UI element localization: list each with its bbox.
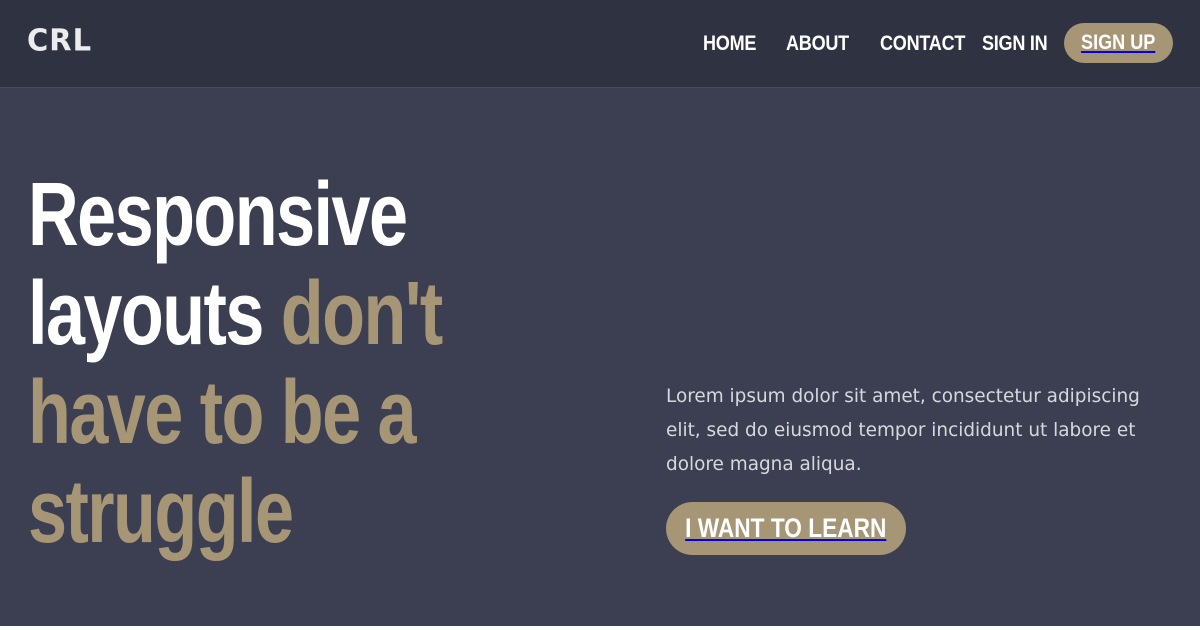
headline-white-2: layouts <box>28 264 264 364</box>
hero-headline: Responsive layouts don't have to be a st… <box>28 166 465 562</box>
headline-white-1: Responsive <box>28 165 408 265</box>
learn-button[interactable]: I WANT TO LEARN <box>666 502 906 555</box>
learn-button-label: I WANT TO LEARN <box>685 513 887 543</box>
sign-up-label: SIGN UP <box>1081 31 1156 54</box>
logo[interactable]: CRL <box>27 22 92 58</box>
sign-in-link[interactable]: SIGN IN <box>982 31 1048 57</box>
nav-contact-link[interactable]: CONTACT <box>880 31 965 57</box>
sign-up-button[interactable]: SIGN UP <box>1064 23 1173 63</box>
site-header: CRL HOME ABOUT CONTACT SIGN IN SIGN UP <box>0 0 1200 88</box>
hero-lead-text: Lorem ipsum dolor sit amet, consectetur … <box>666 385 1140 475</box>
nav-home-link[interactable]: HOME <box>703 31 756 57</box>
main-nav: HOME ABOUT CONTACT <box>703 31 979 57</box>
page-bottom-edge <box>0 626 1200 630</box>
nav-about-link[interactable]: ABOUT <box>786 31 849 57</box>
